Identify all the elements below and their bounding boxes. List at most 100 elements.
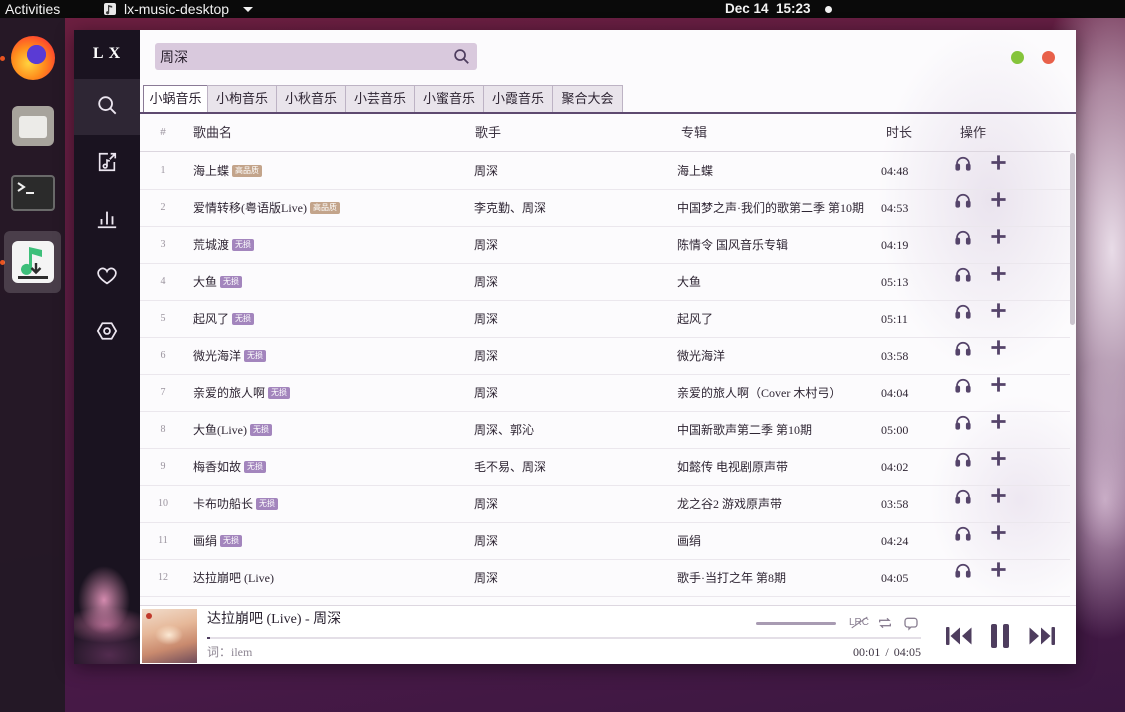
add-to-list-button[interactable] [989,560,1008,579]
song-row[interactable]: 10 卡布叻船长 无损 周深 龙之谷2 游戏原声带 03:58 [140,486,1070,523]
dock-item-terminal[interactable] [4,162,61,224]
song-name: 画绢 [193,534,218,548]
quality-badge: 无损 [232,313,255,326]
sidebar: L X [74,30,140,664]
plus-icon [990,450,1007,467]
activities-button[interactable]: Activities [5,0,60,18]
duration-cell: 04:24 [881,534,909,548]
listen-button[interactable] [953,375,972,394]
nav-settings[interactable] [74,305,140,361]
next-button[interactable] [1028,623,1056,649]
dock-item-lx-music[interactable] [4,231,61,293]
album-cell: 陈情令 国风音乐专辑 [677,238,789,252]
nav-favorites[interactable] [74,250,140,306]
song-row[interactable]: 9 梅香如故 无损 毛不易、周深 如懿传 电视剧原声带 04:02 [140,449,1070,486]
close-button[interactable] [1042,51,1055,64]
song-row[interactable]: 7 亲爱的旅人啊 无损 周深 亲爱的旅人啊（Cover 木村弓） 04:04 [140,375,1070,412]
listen-button[interactable] [953,190,972,209]
album-cover[interactable] [142,609,197,663]
song-name: 荒城渡 [193,238,230,252]
nav-search[interactable] [74,79,140,135]
song-row[interactable]: 11 画绢 无损 周深 画绢 04:24 [140,523,1070,560]
nav-leaderboard[interactable] [74,193,140,249]
lotus-decoration [74,545,140,664]
source-tab[interactable]: 小霞音乐 [483,85,553,112]
add-to-list-button[interactable] [989,227,1008,246]
add-to-list-button[interactable] [989,375,1008,394]
add-to-list-button[interactable] [989,338,1008,357]
add-to-list-button[interactable] [989,153,1008,172]
dock-item-firefox[interactable] [4,27,61,89]
duration-cell: 04:53 [881,201,909,215]
song-row[interactable]: 1 海上蝶 高品质 周深 海上蝶 04:48 [140,153,1070,190]
dock-item-files[interactable] [4,95,61,157]
player-bar: 达拉崩吧 (Live) - 周深 LRC 词：ilem 00:01 / 04:05 [140,605,1076,664]
listen-button[interactable] [953,560,972,579]
song-row[interactable]: 6 微光海洋 无损 周深 微光海洋 03:58 [140,338,1070,375]
song-row[interactable]: 8 大鱼(Live) 无损 周深、郭沁 中国新歌声第二季 第10期 05:00 [140,412,1070,449]
repeat-button[interactable] [877,615,893,631]
search-input[interactable] [155,43,445,70]
listen-button[interactable] [953,301,972,320]
song-list-icon [96,151,118,178]
source-tab[interactable]: 小秋音乐 [276,85,346,112]
minimize-button[interactable] [1011,51,1024,64]
song-row[interactable]: 3 荒城渡 无损 周深 陈情令 国风音乐专辑 04:19 [140,227,1070,264]
column-header-name: 歌曲名 [193,125,233,140]
add-to-list-button[interactable] [989,449,1008,468]
pause-button[interactable] [986,623,1014,649]
listen-button[interactable] [953,153,972,172]
song-row[interactable]: 4 大鱼 无损 周深 大鱼 05:13 [140,264,1070,301]
app-menu[interactable]: lx-music-desktop [103,0,253,18]
clock[interactable]: Dec 14 15:23 [725,0,811,18]
add-to-list-button[interactable] [989,301,1008,320]
source-tab[interactable]: 小蜜音乐 [414,85,484,112]
listen-button[interactable] [953,486,972,505]
album-cell: 歌手·当打之年 第8期 [677,571,786,585]
quality-badge: 高品质 [232,165,263,178]
previous-button[interactable] [945,623,973,649]
add-to-list-button[interactable] [989,486,1008,505]
plus-icon [990,413,1007,430]
singer-cell: 周深 [474,312,499,326]
song-name-cell: 爱情转移(粤语版Live) 高品质 [193,190,340,226]
comment-button[interactable] [903,615,919,631]
plus-icon [990,265,1007,282]
column-header-singer: 歌手 [475,125,502,140]
add-to-list-button[interactable] [989,412,1008,431]
total-time: 04:05 [893,645,922,659]
nav-song-list[interactable] [74,136,140,192]
source-tab[interactable]: 聚合大会 [552,85,623,112]
search-button[interactable] [453,48,470,65]
plus-icon [990,339,1007,356]
lx-music-app-icon [103,2,117,16]
source-tab[interactable]: 小蜗音乐 [143,85,208,112]
quality-badge: 无损 [244,350,267,363]
main-panel: 小蜗音乐小枸音乐小秋音乐小芸音乐小蜜音乐小霞音乐聚合大会 # 歌曲名 歌手 专辑… [140,30,1076,664]
heart-icon [96,265,118,292]
listen-button[interactable] [953,227,972,246]
album-cell: 亲爱的旅人啊（Cover 木村弓） [677,386,842,400]
add-to-list-button[interactable] [989,523,1008,542]
progress-bar[interactable] [207,637,921,639]
listen-button[interactable] [953,264,972,283]
add-to-list-button[interactable] [989,264,1008,283]
listen-button[interactable] [953,449,972,468]
progress-fill [207,637,210,639]
source-tab[interactable]: 小芸音乐 [345,85,415,112]
album-cell: 龙之谷2 游戏原声带 [677,497,783,511]
source-tab[interactable]: 小枸音乐 [207,85,277,112]
song-row[interactable]: 5 起风了 无损 周深 起风了 05:11 [140,301,1070,338]
headphones-icon [954,487,972,505]
desktop-lyric-toggle[interactable]: LRC [849,615,869,631]
app-logo: L X [92,45,122,62]
scrollbar[interactable] [1070,153,1075,325]
song-row[interactable]: 12 达拉崩吧 (Live) 周深 歌手·当打之年 第8期 04:05 [140,560,1070,597]
song-row[interactable]: 2 爱情转移(粤语版Live) 高品质 李克勤、周深 中国梦之声·我们的歌第二季 第10… [140,190,1070,227]
add-to-list-button[interactable] [989,190,1008,209]
lx-music-icon [11,241,54,283]
listen-button[interactable] [953,412,972,431]
listen-button[interactable] [953,338,972,357]
volume-slider[interactable] [756,622,836,625]
listen-button[interactable] [953,523,972,542]
